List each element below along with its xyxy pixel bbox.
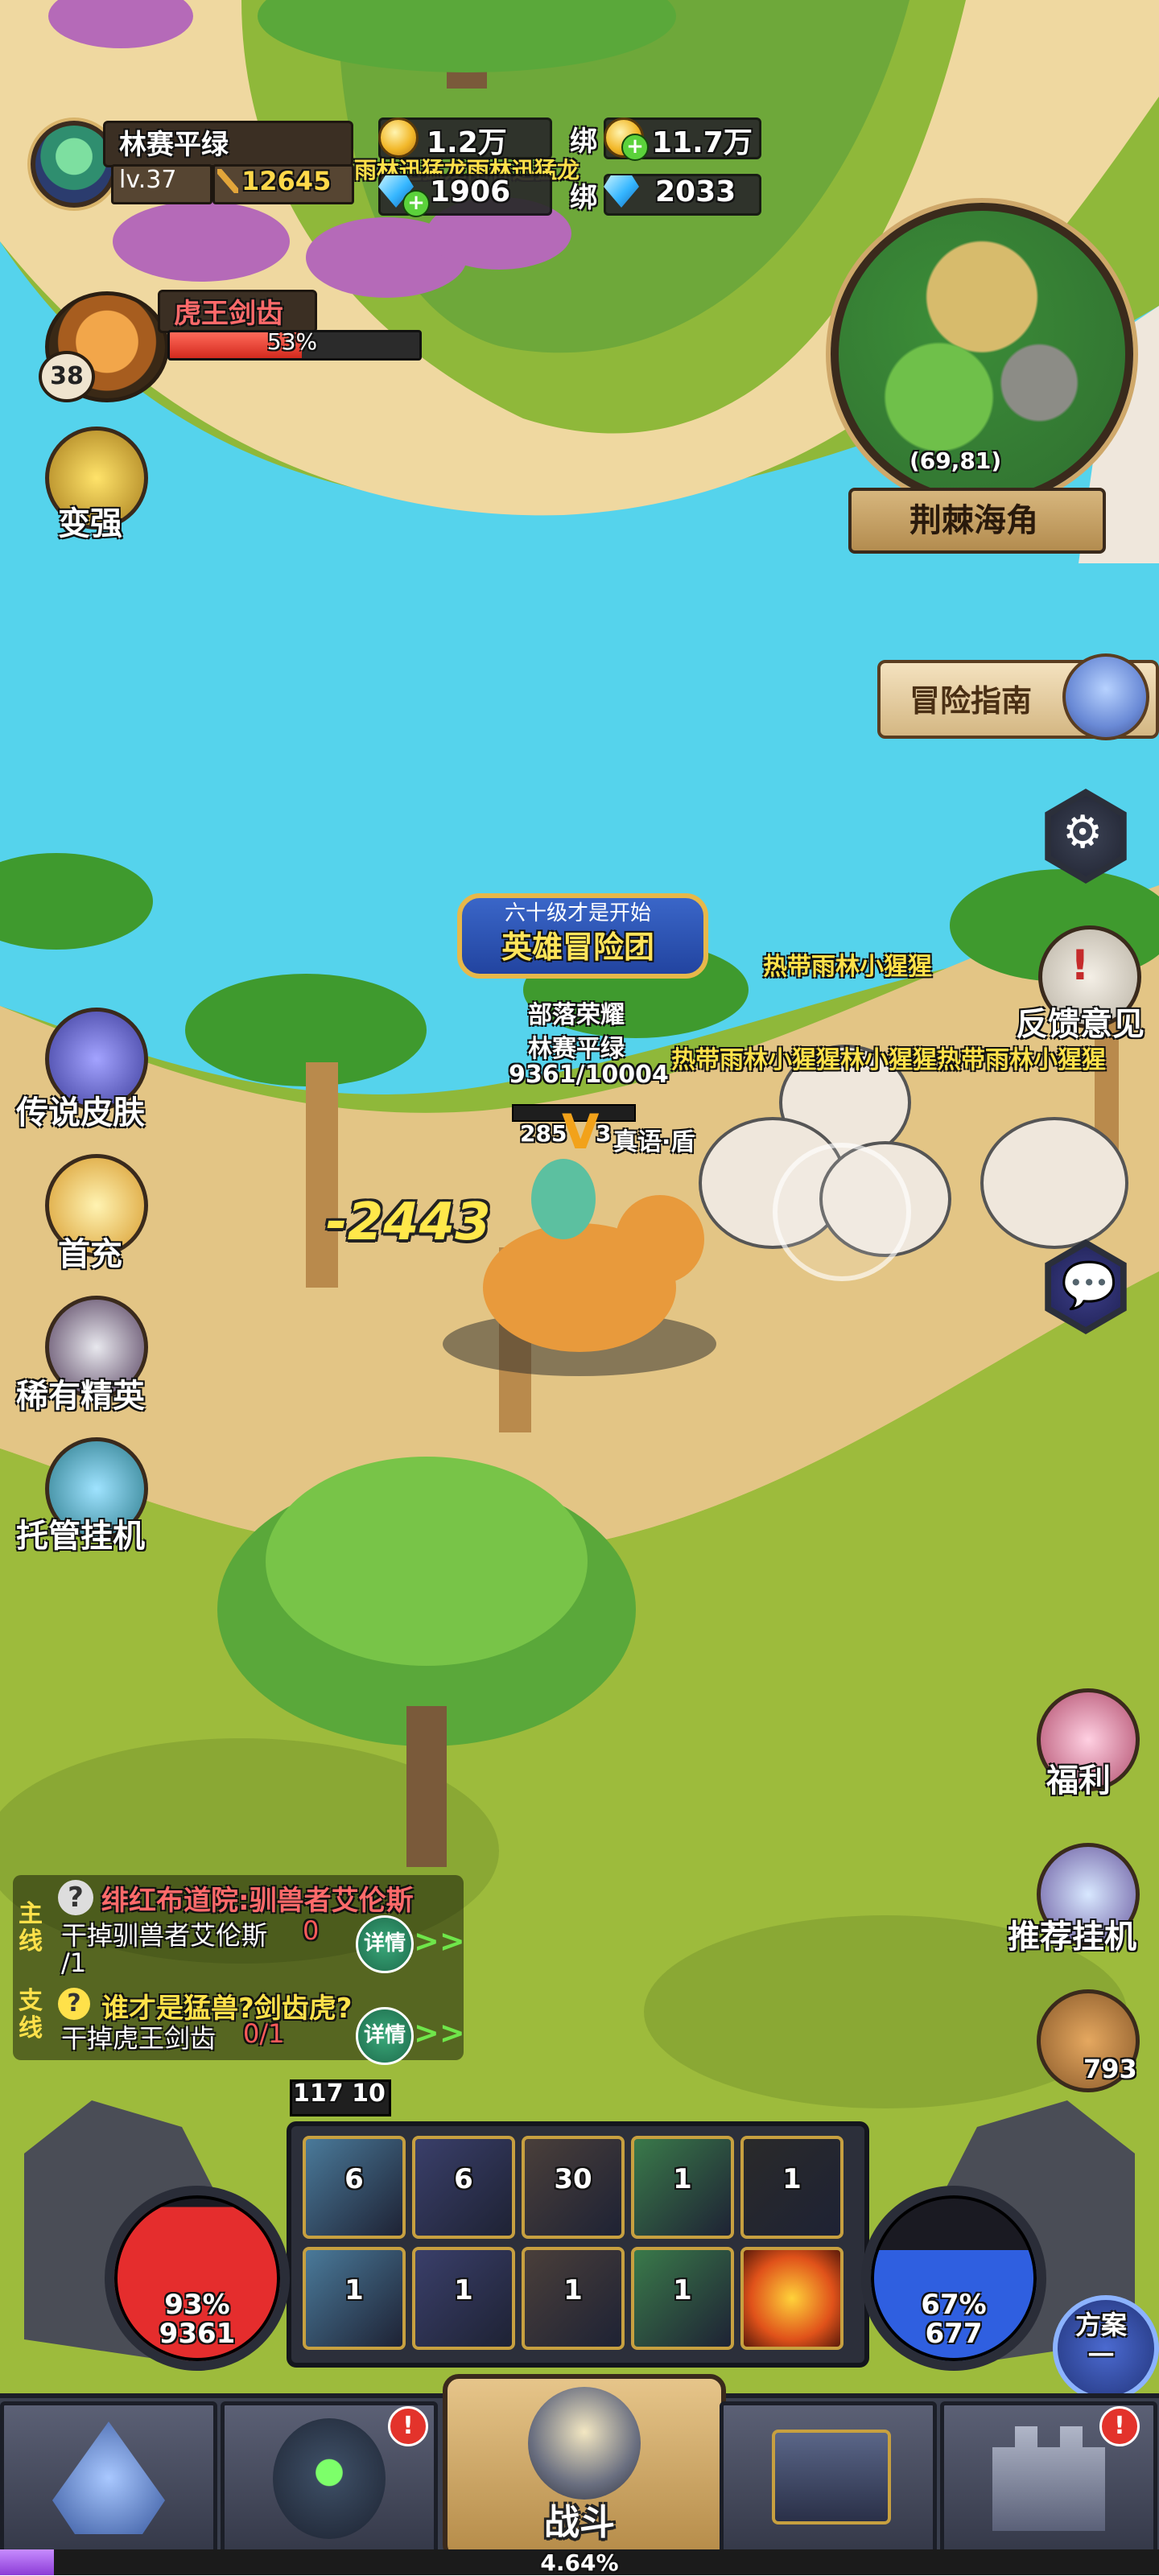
bound-diamond-label: 绑	[570, 182, 597, 214]
hero-name: 林赛平绿	[528, 1035, 625, 1063]
boss-hp-text: 53%	[266, 328, 318, 355]
bound-gold-value: 11.7万	[652, 126, 753, 159]
damage-number: -2443	[326, 1193, 491, 1252]
side-quest-tag: 支线	[19, 1987, 43, 2042]
feedback-label: 反馈意见	[1016, 1006, 1145, 1043]
skill-slot-8[interactable]: 1	[522, 2247, 625, 2350]
skill-slot-count: 1	[344, 2274, 364, 2306]
adventure-guide-label: 冒险指南	[909, 683, 1033, 719]
main-quest-detail-button[interactable]: 详情	[356, 1915, 414, 1973]
nav-castle-badge: !	[1099, 2406, 1140, 2446]
gear-glyph: ⚙	[1062, 806, 1103, 859]
main-quest-tag: 主线	[19, 1900, 43, 1956]
welfare-label: 福利	[1046, 1762, 1111, 1799]
guide-npc-icon	[1062, 653, 1149, 740]
skill-slot-count: 1	[673, 2163, 692, 2195]
skill-slot-6[interactable]: 1	[303, 2247, 406, 2350]
combat-power-value: 12645	[241, 166, 332, 196]
legend-skin-label: 传说皮肤	[16, 1094, 145, 1131]
recommended-idle-label: 推荐挂机	[1008, 1919, 1136, 1956]
boss-level: 38	[39, 351, 95, 402]
main-quest-desc: 干掉驯兽者艾伦斯	[61, 1920, 268, 1951]
nav-treasure-chest-icon	[772, 2430, 891, 2524]
mp-value: 677	[925, 2318, 983, 2350]
nav-character-icon	[52, 2421, 165, 2534]
skill-slot-count: 1	[454, 2274, 473, 2306]
area-name: 荆棘海角	[909, 502, 1038, 539]
feedback-letter-icon: !	[1070, 942, 1090, 990]
skill-slot-5[interactable]: 1	[740, 2136, 843, 2239]
chat-glyph: 💬	[1061, 1259, 1117, 1312]
enemy-name-1: 热带雨林小猩猩	[763, 953, 932, 981]
side-quest-progress: 0/1	[243, 2018, 285, 2049]
target-joystick[interactable]	[773, 1143, 911, 1281]
skill-slot-count: 1	[782, 2163, 802, 2195]
skill-slot-1[interactable]: 6	[303, 2136, 406, 2239]
side-quest-question-icon: ?	[58, 1988, 90, 2020]
scheme-label: 方案一	[1074, 2310, 1127, 2371]
add-bound-gold-icon[interactable]: +	[621, 134, 649, 161]
player-level: lv.37	[119, 166, 177, 194]
skill-top-indicator: 117 10	[293, 2079, 386, 2108]
enemy-name-2: 热带雨林小猩猩林小猩猩热带雨林小猩猩	[671, 1046, 1106, 1074]
skill-slot-count: 6	[454, 2163, 473, 2195]
skill-slot-3[interactable]: 30	[522, 2136, 625, 2239]
main-quest-chevron[interactable]: >>	[414, 1923, 465, 1959]
skill-slot-9[interactable]: 1	[631, 2247, 734, 2350]
boss-name: 虎王剑齿	[174, 298, 283, 330]
main-quest-title: 绯红布道院:驯兽者艾伦斯	[101, 1885, 414, 1917]
nav-treasure-button[interactable]	[720, 2401, 937, 2554]
player-name: 林赛平绿	[119, 129, 229, 161]
nav-castle-icon	[992, 2426, 1105, 2531]
add-diamond-icon[interactable]: +	[402, 190, 430, 217]
skill-slot-count: 1	[673, 2274, 692, 2306]
first-recharge-label: 首充	[58, 1236, 122, 1273]
skill-slot-2[interactable]: 6	[412, 2136, 515, 2239]
nav-character-button[interactable]	[0, 2401, 217, 2554]
bound-gold-label: 绑	[570, 126, 597, 158]
minimap-coordinates: (69,81)	[909, 447, 1002, 474]
main-quest-progress-total: /1	[61, 1947, 87, 1978]
skill-cast-name: 真语·盾	[613, 1128, 695, 1156]
nav-hero-icon	[273, 2418, 386, 2539]
nav-hero-badge: !	[388, 2406, 428, 2446]
skill-slot-count: 30	[554, 2163, 592, 2195]
skill-slot-count: 1	[563, 2274, 583, 2306]
side-quest-desc: 干掉虎王剑齿	[61, 2023, 217, 2054]
auto-idle-label: 托管挂机	[16, 1518, 145, 1555]
skill-slots: 6 6 30 1 1 1 1 1 1	[303, 2136, 850, 2353]
side-quest-chevron[interactable]: >>	[414, 2015, 465, 2050]
skill-slot-count: 6	[344, 2163, 364, 2195]
strengthen-label: 变强	[58, 505, 122, 542]
mp-percent: 67%	[921, 2289, 987, 2321]
xp-percent: 4.64%	[540, 2549, 619, 2576]
diamond-value: 1906	[430, 175, 511, 208]
hero-hp-text: 9361/10004	[509, 1061, 669, 1089]
side-quest-detail-button[interactable]: 详情	[356, 2007, 414, 2065]
nav-fight-label: 战斗	[544, 2502, 615, 2543]
bread-count: 793	[1083, 2054, 1137, 2084]
hp-percent: 93%	[164, 2289, 230, 2321]
shield-value: 285	[520, 1120, 567, 1147]
gold-coin-icon	[378, 117, 419, 158]
main-quest-progress-current: 0	[303, 1915, 320, 1946]
guild-name: 部落荣耀	[528, 1001, 625, 1029]
rare-elite-label: 稀有精英	[16, 1378, 145, 1415]
guild-title-main: 英雄冒险团	[501, 929, 654, 965]
shield-suffix: 3	[596, 1120, 612, 1147]
quest-question-icon: ?	[58, 1880, 93, 1915]
bound-diamond-value: 2033	[655, 175, 736, 208]
skill-slot-7[interactable]: 1	[412, 2247, 515, 2350]
skill-slot-10[interactable]	[740, 2247, 843, 2350]
hp-value: 9361	[159, 2318, 236, 2350]
rank-v-icon: V	[562, 1104, 600, 1160]
skill-slot-4[interactable]: 1	[631, 2136, 734, 2239]
nav-fight-icon	[528, 2387, 641, 2500]
